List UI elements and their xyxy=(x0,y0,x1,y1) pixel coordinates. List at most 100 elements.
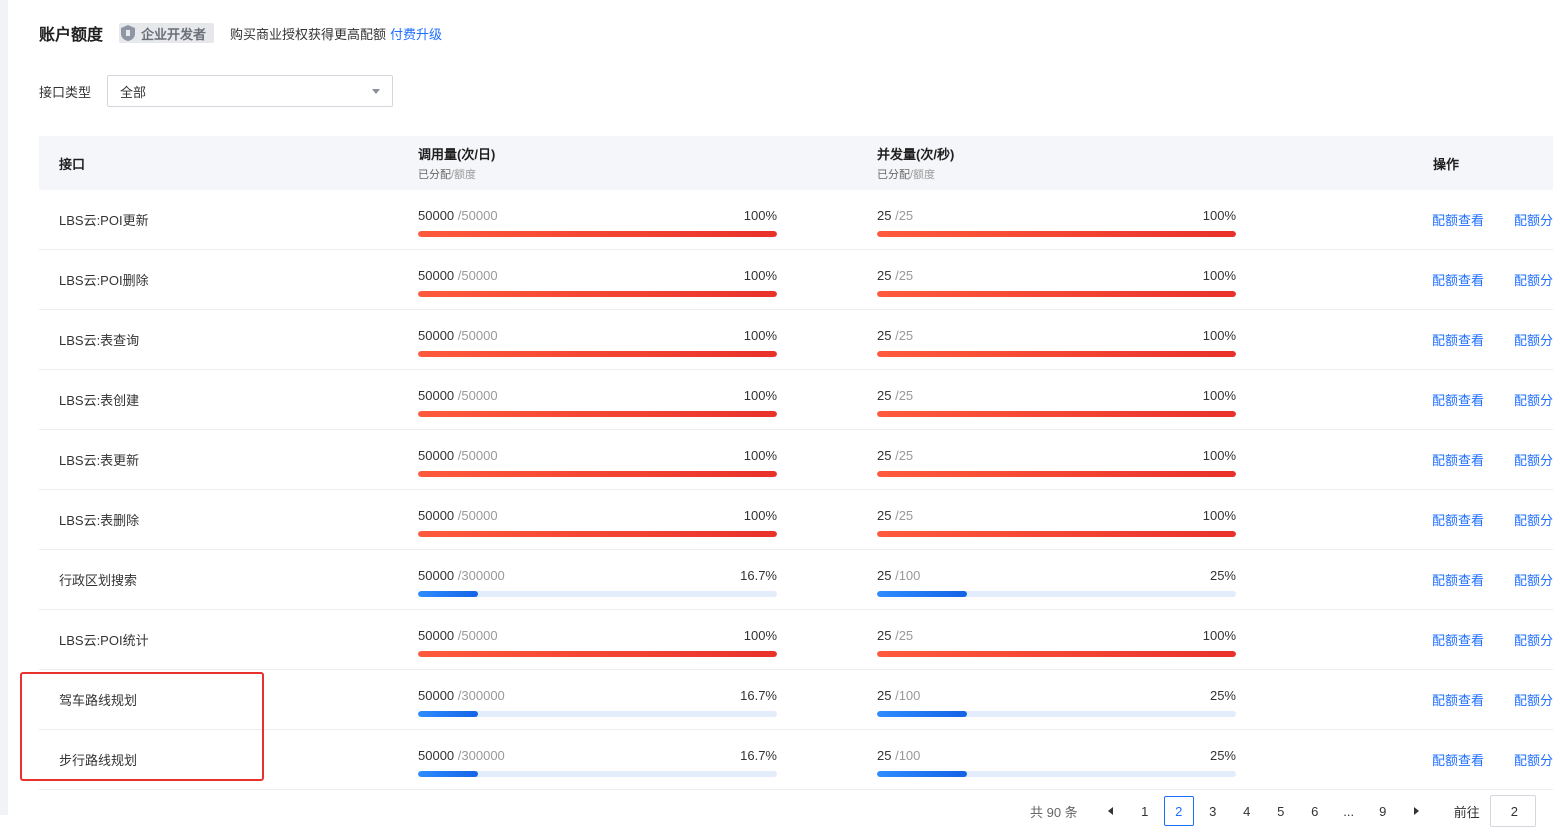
page-header: 账户额度 企业开发者 购买商业授权获得更高配额 付费升级 xyxy=(39,20,442,46)
quota-view-link[interactable]: 配额查看 xyxy=(1432,730,1484,789)
calls-metric: 50000 /50000 100% xyxy=(418,207,777,237)
calls-used: 50000 xyxy=(418,687,455,703)
calls-metric: 50000 /50000 100% xyxy=(418,267,777,297)
quota-assign-link[interactable]: 配额分 xyxy=(1514,250,1553,309)
calls-percent: 100% xyxy=(743,267,777,283)
quota-assign-link[interactable]: 配额分 xyxy=(1514,430,1553,489)
quota-assign-link[interactable]: 配额分 xyxy=(1514,310,1553,369)
column-header-calls: 调用量(次/日) 已分配/额度 xyxy=(418,147,496,181)
conc-quota: /25 xyxy=(895,387,914,403)
calls-progress-bar xyxy=(418,771,777,777)
calls-progress-bar xyxy=(418,651,777,657)
calls-progress-bar xyxy=(418,231,777,237)
total-count: 共 90 条 xyxy=(1030,804,1078,820)
calls-progress-fill xyxy=(418,411,777,417)
calls-percent: 100% xyxy=(743,327,777,343)
calls-progress-bar xyxy=(418,591,777,597)
quota-view-link[interactable]: 配额查看 xyxy=(1432,610,1484,669)
calls-metric: 50000 /50000 100% xyxy=(418,507,777,537)
concurrency-metric: 25 /25 100% xyxy=(877,267,1236,297)
next-page-button[interactable] xyxy=(1402,796,1432,826)
conc-progress-fill xyxy=(877,531,1236,537)
api-name: LBS云:POI删除 xyxy=(59,273,149,288)
column-header-api: 接口 xyxy=(59,156,86,172)
quota-assign-link[interactable]: 配额分 xyxy=(1514,190,1553,249)
conc-progress-fill xyxy=(877,651,1236,657)
quota-view-link[interactable]: 配额查看 xyxy=(1432,190,1484,249)
calls-progress-fill xyxy=(418,591,478,597)
conc-used: 25 xyxy=(877,447,892,463)
page-button[interactable]: 6 xyxy=(1300,796,1330,826)
quota-view-link[interactable]: 配额查看 xyxy=(1432,670,1484,729)
calls-quota: /50000 xyxy=(457,207,498,223)
quota-view-link[interactable]: 配额查看 xyxy=(1432,550,1484,609)
concurrency-metric: 25 /100 25% xyxy=(877,687,1236,717)
prev-page-button[interactable] xyxy=(1096,796,1126,826)
conc-progress-bar xyxy=(877,711,1236,717)
calls-progress-bar xyxy=(418,531,777,537)
quota-view-link[interactable]: 配额查看 xyxy=(1432,370,1484,429)
upgrade-link[interactable]: 付费升级 xyxy=(390,24,442,43)
page-button[interactable]: 1 xyxy=(1130,796,1160,826)
table-row: 驾车路线规划 50000 /300000 16.7% 25 /100 25% 配额查看 配额… xyxy=(39,670,1553,730)
calls-progress-bar xyxy=(418,351,777,357)
calls-progress-bar xyxy=(418,471,777,477)
table-row: LBS云:POI删除 50000 /50000 100% 25 /25 100% 配额查看… xyxy=(39,250,1553,310)
quota-assign-link[interactable]: 配额分 xyxy=(1514,370,1553,429)
page-button[interactable]: 5 xyxy=(1266,796,1296,826)
calls-metric: 50000 /50000 100% xyxy=(418,387,777,417)
api-type-select[interactable]: 全部 xyxy=(107,75,393,107)
conc-progress-bar xyxy=(877,411,1236,417)
quota-assign-link[interactable]: 配额分 xyxy=(1514,610,1553,669)
conc-progress-fill xyxy=(877,771,967,777)
quota-view-link[interactable]: 配额查看 xyxy=(1432,310,1484,369)
page-button[interactable]: 2 xyxy=(1163,796,1194,826)
table-row: LBS云:表更新 50000 /50000 100% 25 /25 100% 配额查看 配额… xyxy=(39,430,1553,490)
page-button[interactable]: 9 xyxy=(1368,796,1398,826)
calls-percent: 100% xyxy=(743,507,777,523)
quota-view-link[interactable]: 配额查看 xyxy=(1432,250,1484,309)
calls-quota: /50000 xyxy=(457,447,498,463)
pagination: 共 90 条 1 2 3 4 5 6... 9 前往 2 xyxy=(1030,795,1536,827)
conc-quota: /25 xyxy=(895,327,914,343)
conc-used: 25 xyxy=(877,747,892,763)
goto-page-input[interactable]: 2 xyxy=(1489,795,1536,827)
api-name: 驾车路线规划 xyxy=(59,693,138,708)
calls-percent: 16.7% xyxy=(740,687,777,703)
conc-used: 25 xyxy=(877,267,892,283)
conc-quota: /25 xyxy=(895,267,914,283)
conc-quota: /100 xyxy=(895,687,921,703)
concurrency-metric: 25 /25 100% xyxy=(877,327,1236,357)
page-button[interactable]: 4 xyxy=(1232,796,1262,826)
calls-percent: 100% xyxy=(743,447,777,463)
conc-progress-bar xyxy=(877,531,1236,537)
conc-quota: /100 xyxy=(895,747,921,763)
calls-used: 50000 xyxy=(418,747,455,763)
calls-progress-fill xyxy=(418,471,777,477)
quota-assign-link[interactable]: 配额分 xyxy=(1514,490,1553,549)
conc-progress-fill xyxy=(877,471,1236,477)
table-row: LBS云:表删除 50000 /50000 100% 25 /25 100% 配额查看 配额… xyxy=(39,490,1553,550)
column-header-ops: 操作 xyxy=(1433,156,1460,172)
quota-assign-link[interactable]: 配额分 xyxy=(1514,670,1553,729)
calls-metric: 50000 /50000 100% xyxy=(418,447,777,477)
quota-assign-link[interactable]: 配额分 xyxy=(1514,730,1553,789)
page-button[interactable]: 3 xyxy=(1198,796,1228,826)
conc-used: 25 xyxy=(877,207,892,223)
conc-quota: /25 xyxy=(895,447,914,463)
calls-quota: /300000 xyxy=(457,567,505,583)
conc-percent: 100% xyxy=(1202,447,1236,463)
calls-progress-fill xyxy=(418,711,478,717)
calls-metric: 50000 /300000 16.7% xyxy=(418,687,777,717)
conc-progress-bar xyxy=(877,351,1236,357)
quota-view-link[interactable]: 配额查看 xyxy=(1432,490,1484,549)
quota-assign-link[interactable]: 配额分 xyxy=(1514,550,1553,609)
calls-percent: 16.7% xyxy=(740,567,777,583)
left-panel-edge xyxy=(0,0,8,815)
concurrency-metric: 25 /25 100% xyxy=(877,387,1236,417)
calls-progress-fill xyxy=(418,351,777,357)
conc-used: 25 xyxy=(877,507,892,523)
conc-percent: 25% xyxy=(1209,687,1236,703)
conc-percent: 100% xyxy=(1202,507,1236,523)
quota-view-link[interactable]: 配额查看 xyxy=(1432,430,1484,489)
